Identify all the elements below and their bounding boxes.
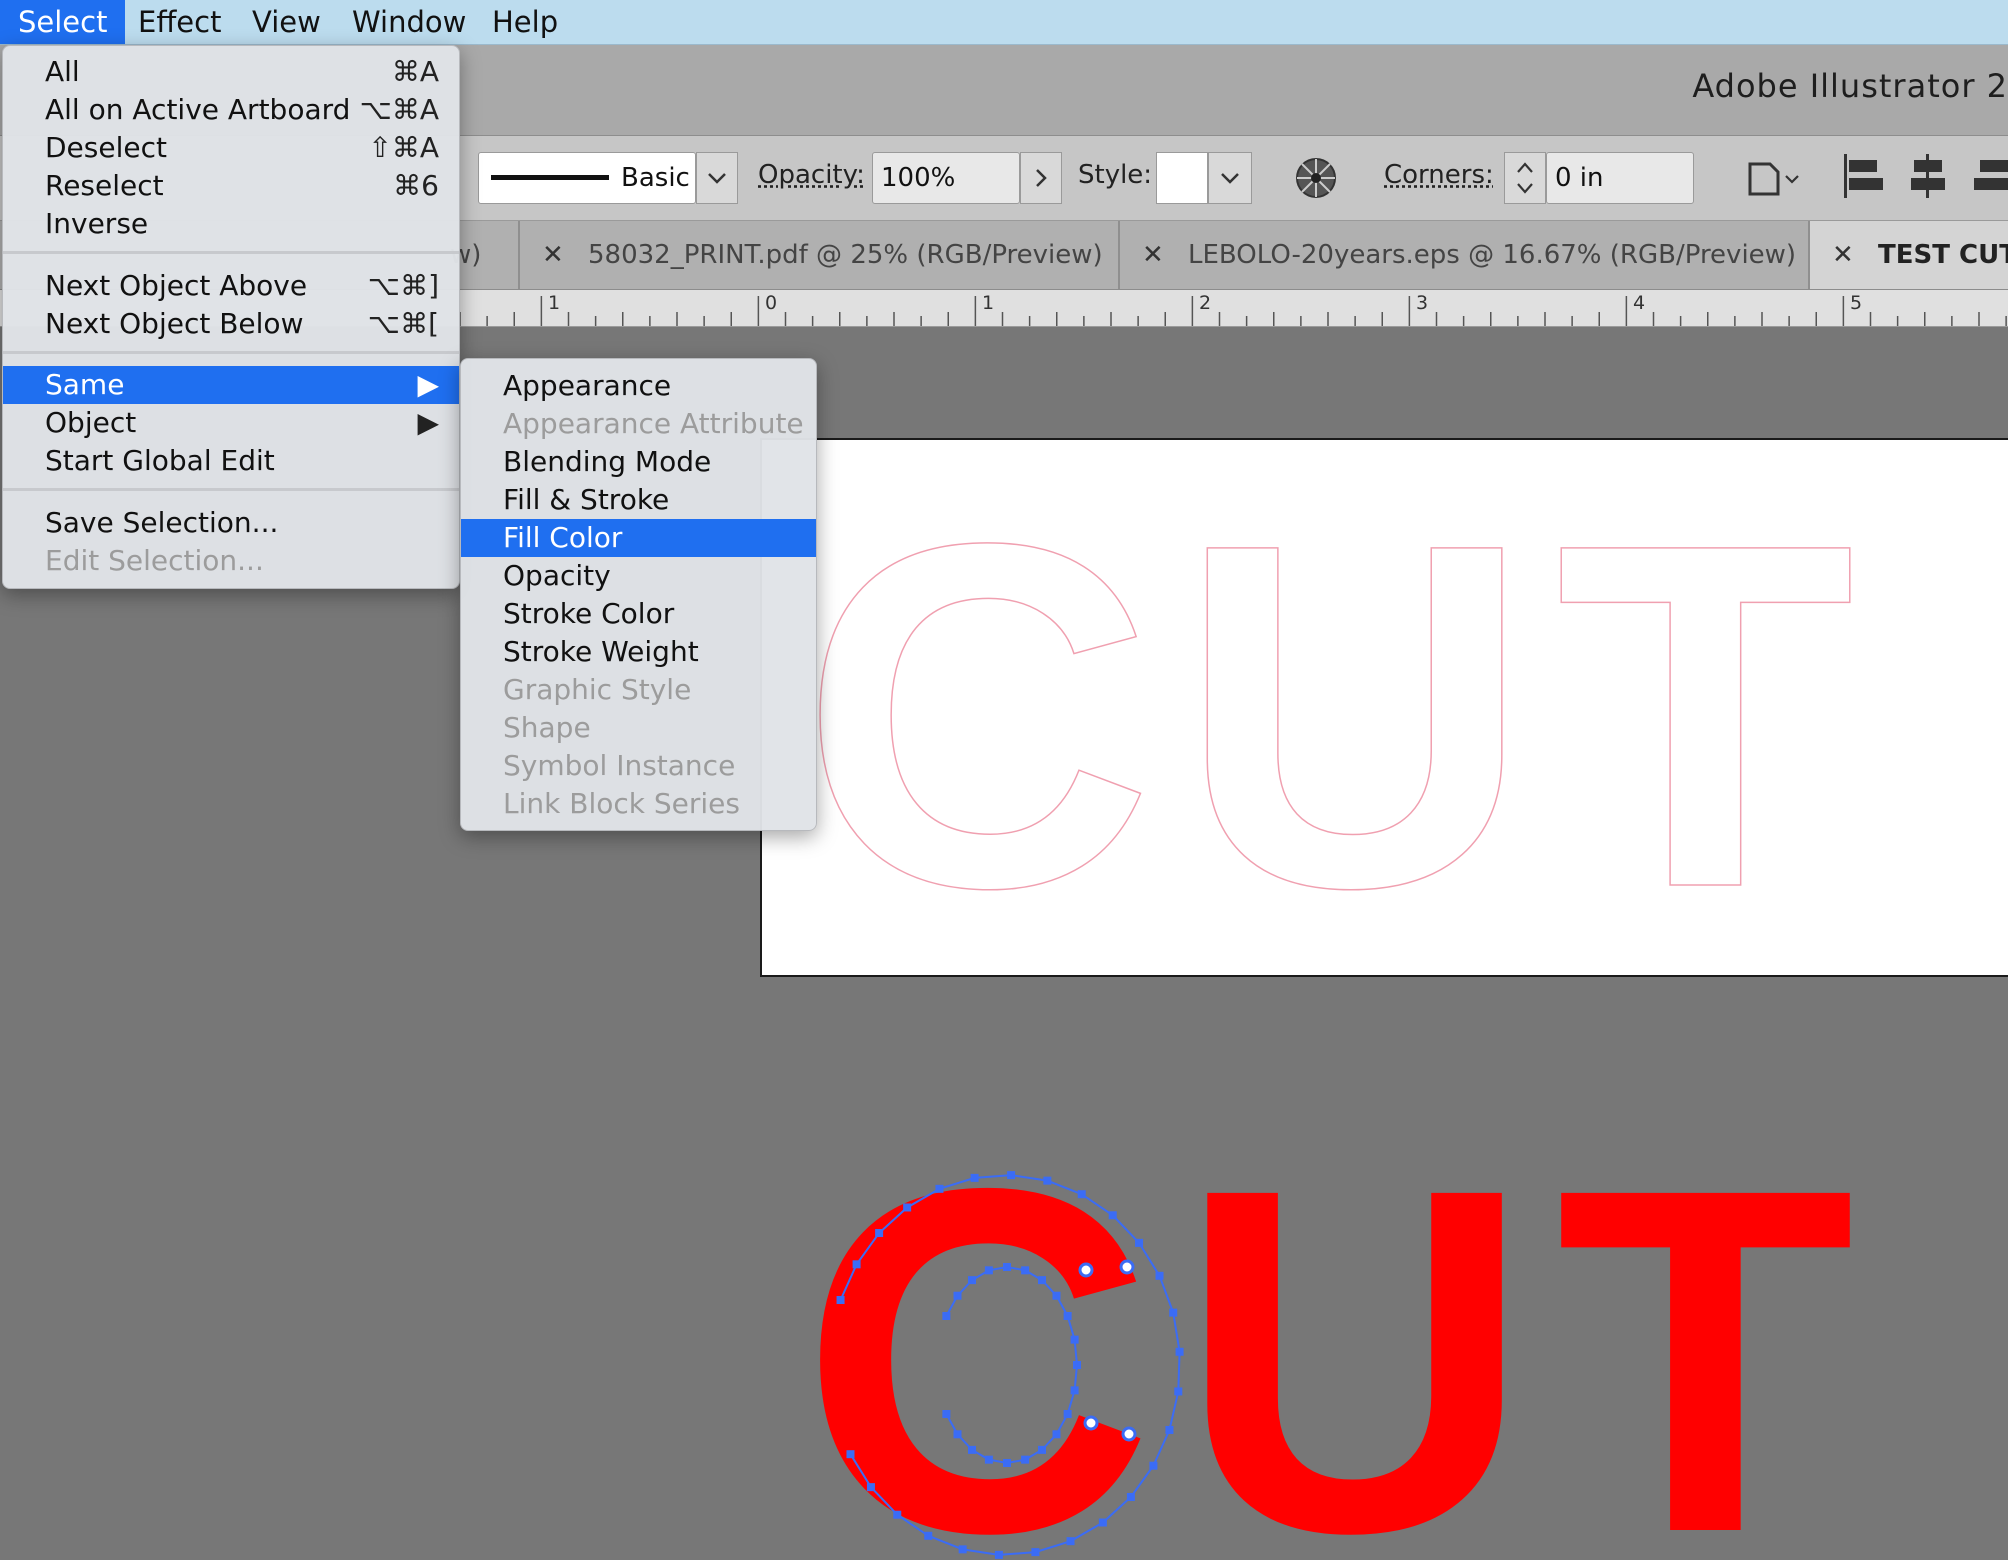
- submenu-item-appearance[interactable]: Appearance: [461, 367, 816, 405]
- menu-item-deselect[interactable]: Deselect ⇧⌘A: [3, 129, 459, 167]
- menu-separator: [3, 488, 459, 491]
- submenu-item-graphic-style: Graphic Style: [503, 673, 692, 706]
- menu-item-all[interactable]: All ⌘A: [3, 53, 459, 91]
- live-corner-widget[interactable]: [1119, 1259, 1135, 1275]
- menu-separator: [3, 351, 459, 354]
- submenu-item-opacity[interactable]: Opacity: [461, 557, 816, 595]
- same-submenu: Appearance Appearance Attribute Blending…: [460, 358, 817, 831]
- menu-item-start-global-edit[interactable]: Start Global Edit: [3, 442, 459, 480]
- menu-item-save-selection[interactable]: Save Selection...: [3, 504, 459, 542]
- submenu-arrow-icon: ▶: [417, 406, 439, 439]
- filled-cut-text[interactable]: CUT: [800, 1086, 1879, 1560]
- menu-item-next-object-below[interactable]: Next Object Below ⌥⌘[: [3, 305, 459, 343]
- submenu-item-stroke-color[interactable]: Stroke Color: [461, 595, 816, 633]
- submenu-item-shape: Shape: [503, 711, 591, 744]
- live-corner-widget[interactable]: [1083, 1415, 1099, 1431]
- submenu-item-appearance-attribute: Appearance Attribute: [503, 407, 804, 440]
- submenu-arrow-icon: ▶: [417, 368, 439, 401]
- submenu-item-fill-and-stroke[interactable]: Fill & Stroke: [461, 481, 816, 519]
- select-menu: All ⌘A All on Active Artboard ⌥⌘A Deselect…: [2, 45, 460, 589]
- menu-item-inverse[interactable]: Inverse: [3, 205, 459, 243]
- menu-item-edit-selection: Edit Selection...: [45, 544, 264, 577]
- menu-item-reselect[interactable]: Reselect ⌘6: [3, 167, 459, 205]
- submenu-item-blending-mode[interactable]: Blending Mode: [461, 443, 816, 481]
- menu-item-next-object-above[interactable]: Next Object Above ⌥⌘]: [3, 267, 459, 305]
- menu-item-all-on-active-artboard[interactable]: All on Active Artboard ⌥⌘A: [3, 91, 459, 129]
- submenu-item-fill-color[interactable]: Fill Color: [461, 519, 816, 557]
- submenu-item-link-block-series: Link Block Series: [503, 787, 740, 820]
- live-corner-widget[interactable]: [1078, 1262, 1094, 1278]
- menu-separator: [3, 251, 459, 254]
- outline-cut-text[interactable]: CUT: [799, 440, 1879, 990]
- submenu-item-symbol-instance: Symbol Instance: [503, 749, 736, 782]
- menu-item-same[interactable]: Same ▶: [3, 366, 459, 404]
- submenu-item-stroke-weight[interactable]: Stroke Weight: [461, 633, 816, 671]
- live-corner-widget[interactable]: [1121, 1426, 1137, 1442]
- menu-item-object[interactable]: Object ▶: [3, 404, 459, 442]
